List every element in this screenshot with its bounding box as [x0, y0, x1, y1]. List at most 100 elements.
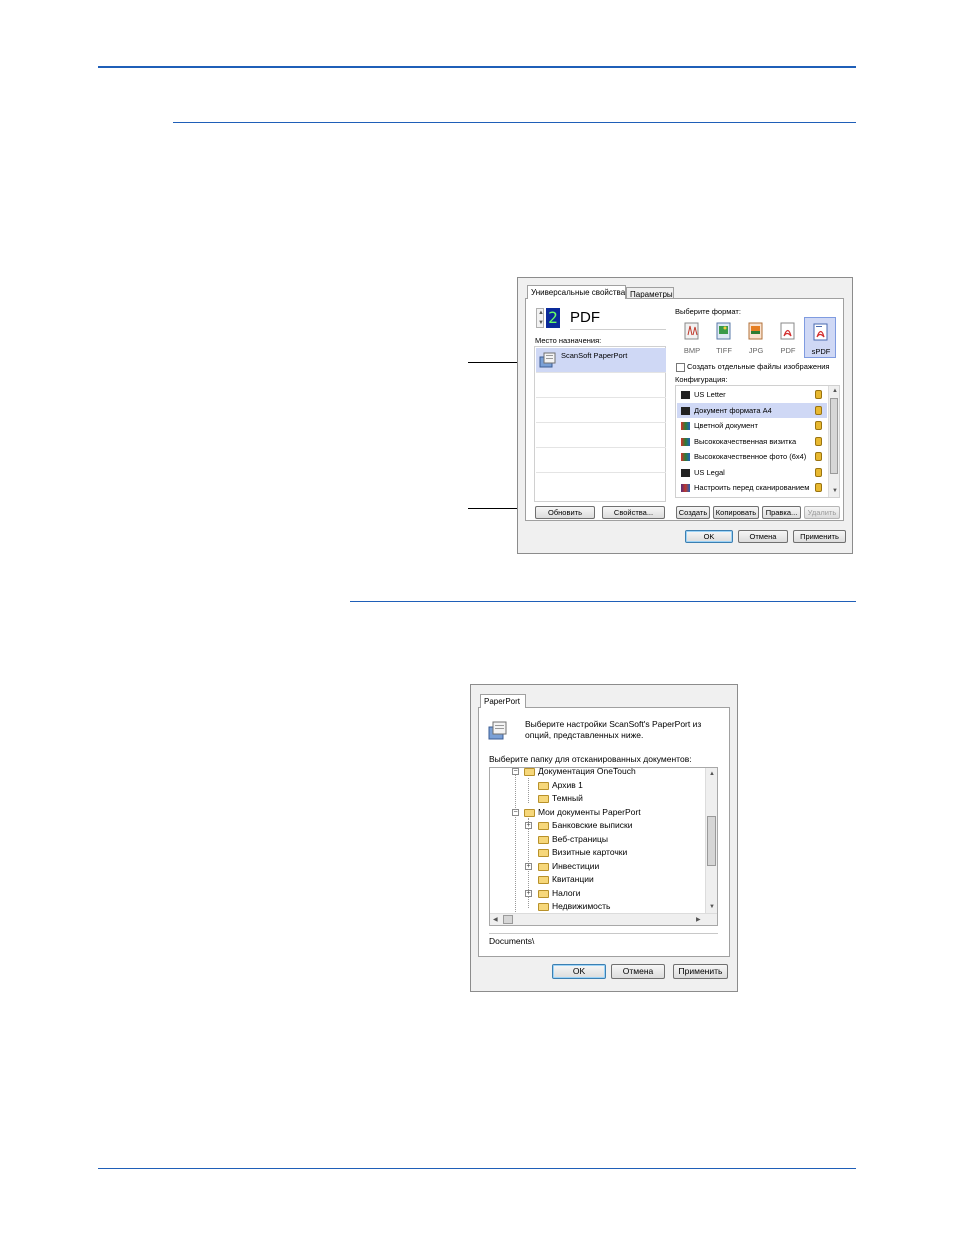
lock-icon — [815, 483, 822, 492]
ok-button[interactable]: OK — [685, 530, 733, 543]
tree-item[interactable]: Недвижимость — [490, 900, 705, 913]
config-item[interactable]: US Letter — [677, 387, 827, 403]
scanner-bw-icon — [681, 468, 690, 477]
format-jpg[interactable]: JPG — [740, 317, 772, 358]
folder-icon — [538, 849, 549, 857]
scroll-right-icon[interactable]: ▶ — [696, 916, 701, 924]
folder-tree[interactable]: − Документация OneTouch Архив 1 Темный −… — [489, 767, 718, 926]
destination-list[interactable]: ScanSoft PaperPort — [534, 346, 666, 502]
folder-icon — [538, 795, 549, 803]
apply-button[interactable]: Применить — [673, 964, 728, 979]
delete-button[interactable]: Удалить — [804, 506, 840, 519]
destination-item-paperport[interactable]: ScanSoft PaperPort — [536, 348, 666, 373]
tree-item[interactable]: + Налоги — [490, 887, 705, 900]
format-bmp[interactable]: BMP — [676, 317, 708, 358]
tree-item[interactable]: + Банковские выписки — [490, 819, 705, 832]
lock-icon — [815, 467, 822, 477]
tree-item[interactable]: Визитные карточки — [490, 846, 705, 859]
jpg-icon — [748, 322, 763, 340]
expand-icon[interactable]: + — [525, 822, 532, 829]
tab-general-properties[interactable]: Универсальные свойства — [527, 285, 626, 299]
scroll-thumb[interactable] — [503, 915, 513, 924]
config-item[interactable]: Высококачественная визитка — [677, 434, 827, 450]
format-strip: BMP TIFF JPG PDF sPDF — [676, 317, 838, 358]
format-tiff[interactable]: TIFF — [708, 317, 740, 358]
lock-icon — [815, 421, 822, 430]
tab-paperport[interactable]: PaperPort — [480, 694, 526, 708]
format-spdf[interactable]: sPDF — [804, 317, 836, 358]
selected-path: Documents\ — [489, 936, 535, 946]
scroll-thumb[interactable] — [707, 816, 716, 866]
separate-files-checkbox[interactable] — [676, 363, 685, 372]
collapse-icon[interactable]: − — [512, 808, 519, 816]
cancel-button[interactable]: Отмена — [738, 530, 788, 543]
config-label: Конфигурация: — [675, 375, 728, 384]
folder-icon — [524, 768, 535, 776]
destination-empty-row — [536, 398, 666, 423]
paperport-app-icon — [539, 351, 557, 369]
scanner-color-icon — [681, 453, 690, 461]
pdf-icon — [780, 322, 795, 340]
destination-item-label: ScanSoft PaperPort — [561, 351, 628, 360]
folder-icon — [538, 781, 549, 790]
format-label: Выберите формат: — [675, 307, 741, 316]
folder-icon — [538, 822, 549, 830]
config-item[interactable]: Высококачественное фото (6x4) — [677, 449, 827, 465]
paperport-tab-panel: Выберите настройки ScanSoft's PaperPort … — [478, 707, 730, 957]
collapse-icon[interactable]: − — [512, 768, 519, 775]
paperport-app-icon — [487, 719, 509, 741]
ok-button[interactable]: OK — [552, 964, 606, 979]
expand-icon[interactable]: + — [525, 862, 532, 870]
create-button[interactable]: Создать — [676, 506, 710, 519]
tree-item[interactable]: + Инвестиции — [490, 860, 705, 873]
paperport-dialog: PaperPort Выберите настройки ScanSoft's … — [470, 684, 738, 992]
copy-button[interactable]: Копировать — [713, 506, 759, 519]
header-rule — [98, 66, 856, 68]
folder-label: Выберите папку для отсканированных докум… — [489, 754, 692, 764]
tree-item[interactable]: Квитанции — [490, 873, 705, 886]
lock-icon — [815, 390, 822, 399]
number-spinner[interactable]: ▲ ▼ — [536, 308, 544, 328]
refresh-button[interactable]: Обновить — [535, 506, 595, 519]
tree-item[interactable]: − Документация OneTouch — [490, 768, 705, 778]
number-display: 2 — [546, 308, 560, 328]
properties-button[interactable]: Свойства... — [602, 506, 665, 519]
tree-horizontal-scrollbar[interactable]: ◀ ▶ — [490, 913, 717, 925]
destination-empty-row — [536, 373, 666, 398]
folder-icon — [538, 862, 549, 871]
scroll-up-icon[interactable]: ▲ — [832, 387, 838, 395]
config-item-selected[interactable]: Документ формата A4 — [677, 402, 827, 418]
footer-rule — [98, 1168, 856, 1169]
format-pdf[interactable]: PDF — [772, 317, 804, 358]
apply-button[interactable]: Применить — [793, 530, 846, 543]
folder-icon — [524, 808, 535, 817]
tree-item[interactable]: Темный — [490, 792, 705, 805]
tree-item[interactable]: Веб-страницы — [490, 833, 705, 846]
destination-empty-row — [536, 473, 666, 498]
path-divider — [489, 933, 718, 934]
tree-vertical-scrollbar[interactable]: ▲ ▼ — [705, 768, 717, 913]
scroll-up-icon[interactable]: ▲ — [709, 770, 715, 778]
config-scrollbar[interactable]: ▲ ▼ — [828, 386, 839, 497]
edit-button[interactable]: Правка... — [762, 506, 801, 519]
scroll-left-icon[interactable]: ◀ — [493, 916, 498, 924]
spdf-icon — [813, 323, 828, 341]
config-list[interactable]: US Letter Документ формата A4 Цветной до… — [675, 385, 840, 498]
cancel-button[interactable]: Отмена — [611, 964, 665, 979]
selected-app-name: PDF — [570, 309, 600, 326]
lock-icon — [815, 436, 822, 446]
scanner-color-icon — [681, 422, 690, 430]
scroll-thumb[interactable] — [830, 398, 838, 474]
config-item[interactable]: Цветной документ — [677, 418, 827, 434]
config-item[interactable]: Настроить перед сканированием — [677, 480, 827, 496]
section-rule-2 — [350, 601, 856, 602]
tree-item[interactable]: Архив 1 — [490, 779, 705, 792]
spinner-down-icon[interactable]: ▼ — [538, 319, 544, 327]
app-divider — [570, 329, 666, 330]
config-item[interactable]: US Legal — [677, 465, 827, 481]
expand-icon[interactable]: + — [525, 889, 532, 897]
scroll-down-icon[interactable]: ▼ — [709, 903, 715, 911]
scroll-down-icon[interactable]: ▼ — [832, 487, 838, 495]
tree-item[interactable]: − Мои документы PaperPort — [490, 806, 705, 819]
spinner-up-icon[interactable]: ▲ — [538, 309, 544, 317]
